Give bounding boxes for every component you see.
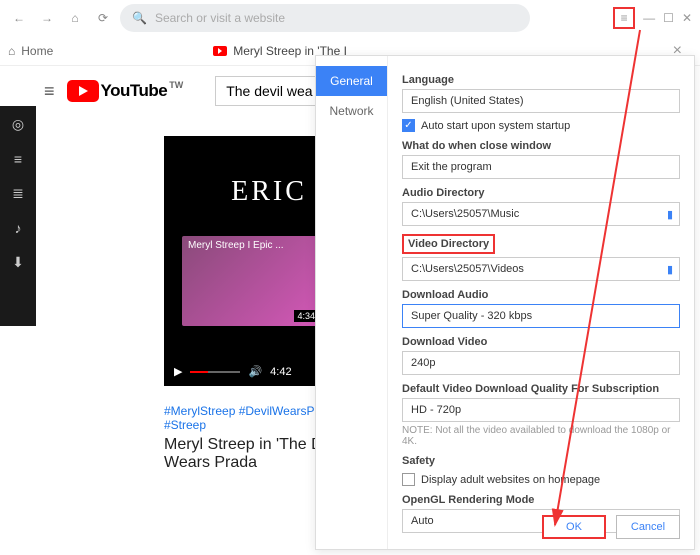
youtube-favicon-icon <box>213 46 227 56</box>
maximize-icon[interactable]: ☐ <box>663 11 674 25</box>
language-select[interactable]: English (United States) <box>402 89 680 113</box>
home-tab-icon: ⌂ <box>8 44 15 58</box>
safety-checkbox[interactable] <box>402 473 415 486</box>
close-window-icon[interactable]: ✕ <box>682 11 692 25</box>
hamburger-icon[interactable]: ≡ <box>44 81 55 102</box>
settings-dialog: General Network Language English (United… <box>315 55 695 550</box>
opengl-label: OpenGL Rendering Mode <box>402 494 680 506</box>
tab-general[interactable]: General <box>316 66 387 96</box>
forward-icon[interactable]: → <box>36 7 58 29</box>
elapsed-time: 4:42 <box>270 366 291 378</box>
sidebar-list-icon[interactable]: ≡ <box>14 151 22 167</box>
volume-icon[interactable]: 🔊 <box>248 365 262 378</box>
minimize-icon[interactable]: — <box>643 11 655 25</box>
reload-icon[interactable]: ⟳ <box>92 7 114 29</box>
back-icon[interactable]: ← <box>8 7 30 29</box>
address-bar[interactable]: 🔍 Search or visit a website <box>120 4 530 32</box>
close-label: What do when close window <box>402 140 680 152</box>
dl-audio-select[interactable]: Super Quality - 320 kbps <box>402 304 680 328</box>
quality-note: NOTE: Not all the video availabled to do… <box>402 425 680 447</box>
sidebar: ◎ ≡ ≣ ♪ ⬇ <box>0 106 36 326</box>
cancel-button[interactable]: Cancel <box>616 515 680 539</box>
search-value: The devil wea <box>226 83 312 99</box>
browser-toolbar: ← → ⌂ ⟳ 🔍 Search or visit a website ≡ — … <box>0 0 700 36</box>
video-dir-input[interactable]: C:\Users\25057\Videos▮ <box>402 257 680 281</box>
default-quality-label: Default Video Download Quality For Subsc… <box>402 383 680 395</box>
thumb-title: Meryl Streep I Epic ... <box>188 240 284 251</box>
autostart-checkbox[interactable]: ✓ <box>402 119 415 132</box>
play-icon[interactable]: ▶ <box>174 365 182 378</box>
language-label: Language <box>402 74 680 86</box>
sidebar-download-icon[interactable]: ⬇ <box>12 254 24 271</box>
close-select[interactable]: Exit the program <box>402 155 680 179</box>
address-placeholder: Search or visit a website <box>155 11 285 25</box>
autostart-label: Auto start upon system startup <box>421 120 570 132</box>
tab-network[interactable]: Network <box>316 96 387 126</box>
search-icon: 🔍 <box>132 11 147 25</box>
tab-home[interactable]: ⌂ Home <box>8 44 53 58</box>
home-tab-label: Home <box>21 44 53 58</box>
audio-dir-label: Audio Directory <box>402 187 680 199</box>
default-quality-select[interactable]: HD - 720p <box>402 398 680 422</box>
youtube-region: TW <box>169 80 183 90</box>
video-thumbnail[interactable]: Meryl Streep I Epic ... 4:34 <box>182 236 322 326</box>
sidebar-instagram-icon[interactable]: ◎ <box>12 116 24 133</box>
folder-icon[interactable]: ▮ <box>667 208 673 221</box>
ok-button[interactable]: OK <box>542 515 606 539</box>
menu-icon[interactable]: ≡ <box>613 7 635 29</box>
sidebar-playlist-icon[interactable]: ≣ <box>12 185 24 202</box>
safety-label: Safety <box>402 455 680 467</box>
youtube-brand: YouTube <box>101 81 168 101</box>
youtube-logo[interactable]: YouTube TW <box>67 80 184 102</box>
progress-bar[interactable] <box>190 371 240 373</box>
sidebar-music-icon[interactable]: ♪ <box>15 220 22 236</box>
dl-video-label: Download Video <box>402 336 680 348</box>
audio-dir-input[interactable]: C:\Users\25057\Music▮ <box>402 202 680 226</box>
safety-option: Display adult websites on homepage <box>421 474 600 486</box>
dl-video-select[interactable]: 240p <box>402 351 680 375</box>
youtube-play-icon <box>67 80 99 102</box>
folder-icon[interactable]: ▮ <box>667 263 673 276</box>
home-icon[interactable]: ⌂ <box>64 7 86 29</box>
dl-audio-label: Download Audio <box>402 289 680 301</box>
video-dir-label: Video Directory <box>402 234 495 254</box>
